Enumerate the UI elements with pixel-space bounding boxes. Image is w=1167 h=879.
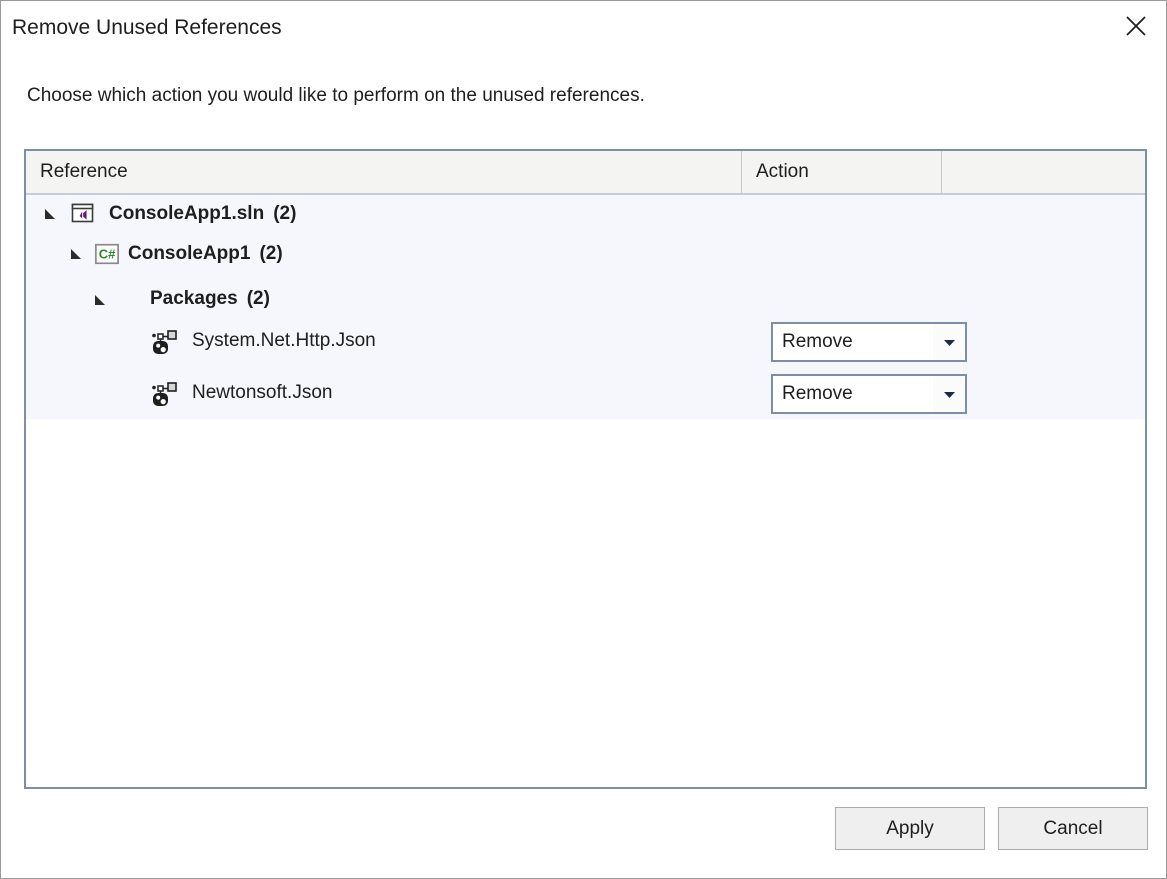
chevron-down-icon[interactable] (933, 324, 965, 360)
table-row[interactable]: ConsoleApp1.sln(2) (26, 195, 1145, 235)
row-label: System.Net.Http.Json (192, 330, 376, 352)
action-dropdown-value: Remove (773, 331, 853, 353)
action-cell: Remove (771, 322, 967, 362)
column-header-spacer (941, 151, 1145, 193)
row-label: ConsoleApp1.sln(2) (109, 203, 296, 225)
cancel-button[interactable]: Cancel (998, 807, 1148, 850)
action-cell: Remove (771, 374, 967, 414)
action-dropdown-value: Remove (773, 383, 853, 405)
close-icon-glyph (1124, 14, 1148, 38)
dialog-titlebar: Remove Unused References (1, 1, 1166, 55)
csharp-project-icon-glyph: C# (94, 242, 120, 266)
column-header-action[interactable]: Action (741, 151, 941, 193)
row-label: Packages(2) (150, 288, 270, 310)
table-row[interactable]: System.Net.Http.Json Remove (26, 315, 1145, 367)
chevron-expanded-icon (93, 293, 107, 307)
apply-button[interactable]: Apply (835, 807, 985, 850)
action-dropdown[interactable]: Remove (771, 322, 967, 362)
action-dropdown[interactable]: Remove (771, 374, 967, 414)
nuget-package-icon (150, 328, 178, 356)
expander-toggle-icon[interactable] (92, 292, 108, 308)
expander-toggle-icon[interactable] (42, 206, 58, 222)
dialog-title: Remove Unused References (12, 14, 282, 42)
chevron-down-icon-glyph (943, 390, 956, 399)
remove-unused-references-dialog: Remove Unused References Choose which ac… (0, 0, 1167, 879)
chevron-expanded-icon (69, 247, 83, 261)
expander-toggle-icon[interactable] (68, 246, 84, 262)
solution-icon-glyph (70, 201, 96, 227)
grid-rows-container: ConsoleApp1.sln(2) C# (26, 195, 1145, 419)
table-row[interactable]: C# ConsoleApp1(2) (26, 235, 1145, 275)
table-row[interactable]: Packages(2) (26, 275, 1145, 315)
nuget-package-icon-glyph (150, 380, 178, 408)
column-header-reference[interactable]: Reference (26, 151, 741, 193)
row-count: (2) (273, 203, 296, 224)
chevron-down-icon[interactable] (933, 376, 965, 412)
dialog-footer: Apply Cancel (1, 792, 1166, 878)
nuget-package-icon-glyph (150, 328, 178, 356)
row-count: (2) (259, 243, 282, 264)
grid-header-row: Reference Action (26, 151, 1145, 195)
solution-icon (70, 201, 96, 227)
dialog-description: Choose which action you would like to pe… (27, 83, 645, 109)
chevron-down-icon-glyph (943, 338, 956, 347)
close-icon[interactable] (1114, 7, 1158, 45)
grid-body: ConsoleApp1.sln(2) C# (26, 195, 1145, 787)
row-label: ConsoleApp1(2) (128, 243, 283, 265)
row-label: Newtonsoft.Json (192, 382, 332, 404)
nuget-package-icon (150, 380, 178, 408)
row-count: (2) (247, 288, 270, 309)
references-grid: Reference Action (24, 149, 1147, 789)
table-row[interactable]: Newtonsoft.Json Remove (26, 367, 1145, 419)
svg-text:C#: C# (99, 247, 116, 262)
csharp-project-icon: C# (94, 241, 120, 267)
chevron-expanded-icon (43, 207, 57, 221)
